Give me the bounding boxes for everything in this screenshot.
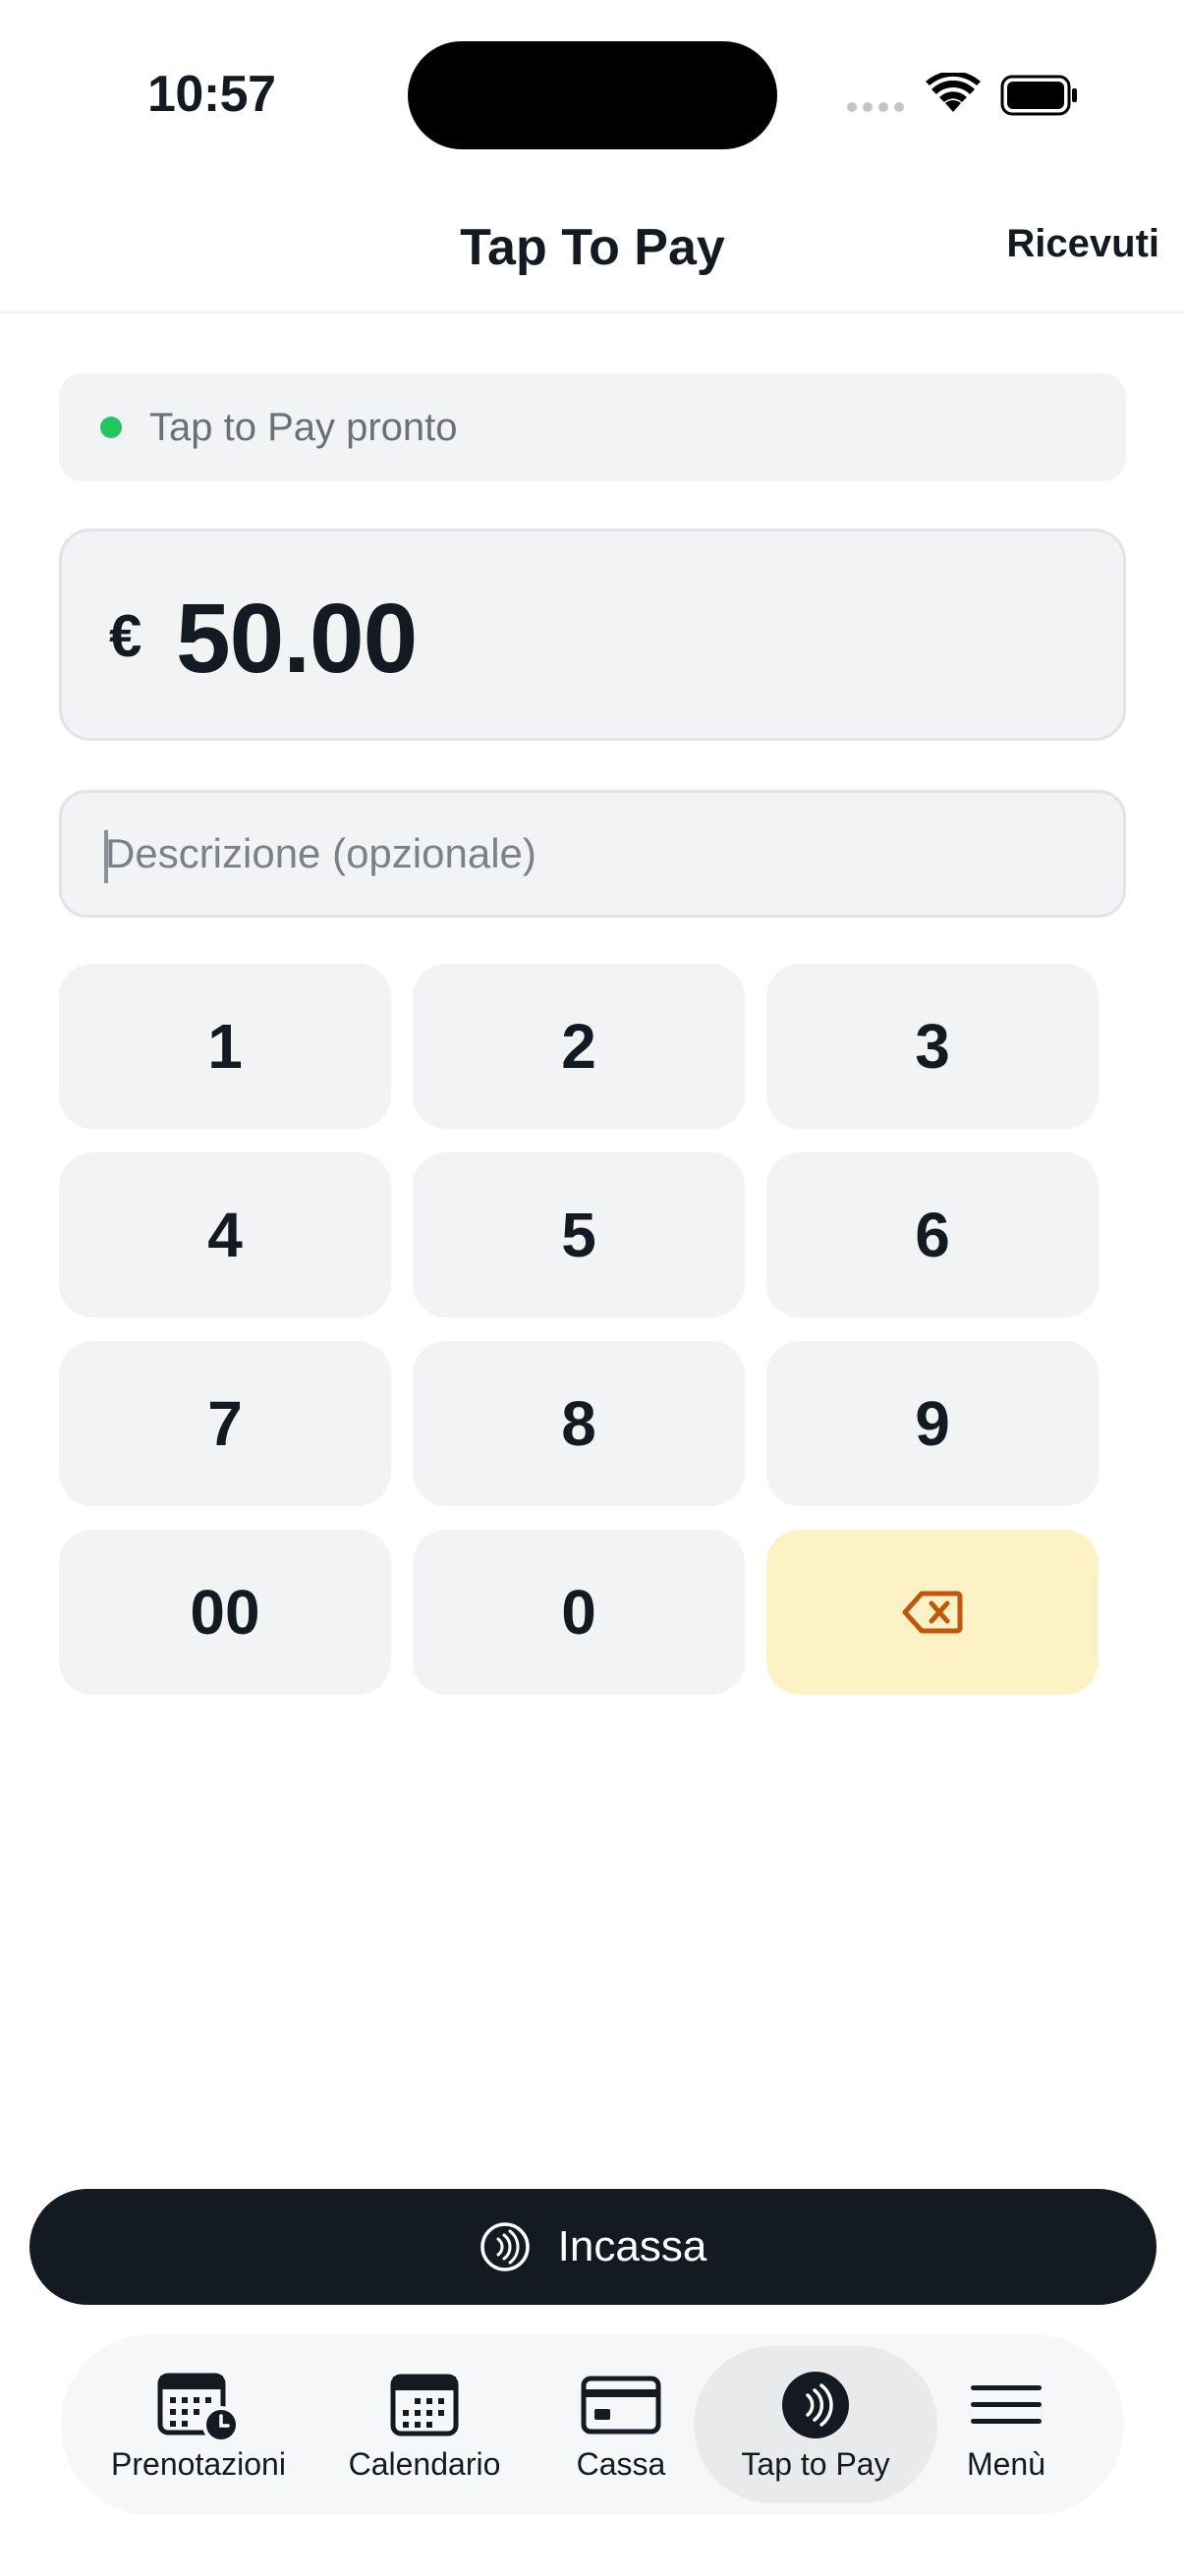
key-3[interactable]: 3 — [766, 964, 1099, 1129]
tab-label: Prenotazioni — [111, 2446, 286, 2482]
tab-calendario[interactable]: Calendario — [342, 2334, 507, 2515]
tab-label: Cassa — [576, 2446, 666, 2482]
key-9[interactable]: 9 — [766, 1341, 1099, 1506]
charge-button-label: Incassa — [557, 2222, 707, 2270]
key-0[interactable]: 0 — [413, 1530, 745, 1695]
tab-prenotazioni[interactable]: Prenotazioni — [104, 2334, 293, 2515]
credit-card-icon — [581, 2376, 661, 2435]
description-field[interactable] — [59, 790, 1126, 918]
amount-value: 50.00 — [176, 584, 418, 694]
delete-key[interactable] — [766, 1530, 1099, 1695]
calendar-clock-icon — [157, 2373, 240, 2442]
status-dot-icon — [100, 417, 122, 438]
key-1[interactable]: 1 — [59, 964, 391, 1129]
currency-symbol: € — [109, 603, 142, 669]
tab-bar: Prenotazioni Calendario Cassa Tap to Pay… — [61, 2334, 1124, 2515]
charge-button[interactable]: Incassa — [29, 2189, 1157, 2305]
tab-cassa[interactable]: Cassa — [560, 2334, 682, 2515]
receipts-button[interactable]: Ricevuti — [1006, 222, 1159, 266]
key-7[interactable]: 7 — [59, 1341, 391, 1506]
reader-status-banner: Tap to Pay pronto — [59, 373, 1126, 481]
tab-label: Tap to Pay — [741, 2446, 890, 2482]
key-00[interactable]: 00 — [59, 1530, 391, 1695]
key-4[interactable]: 4 — [59, 1152, 391, 1317]
description-input[interactable] — [105, 793, 1088, 915]
calendar-icon — [390, 2374, 459, 2436]
reader-status-text: Tap to Pay pronto — [149, 405, 458, 449]
battery-icon — [1000, 75, 1077, 116]
tab-label: Calendario — [348, 2446, 501, 2482]
amount-display: € 50.00 — [59, 529, 1126, 741]
contactless-icon — [480, 2222, 530, 2271]
backspace-icon — [902, 1591, 963, 1634]
tab-menu[interactable]: Menù — [951, 2334, 1061, 2515]
key-2[interactable]: 2 — [413, 964, 745, 1129]
contactless-icon — [782, 2372, 849, 2438]
tap-to-pay-screen: 10:57 Tap To Pay Ricevuti Tap to Pay pro… — [0, 0, 1185, 2576]
key-5[interactable]: 5 — [413, 1152, 745, 1317]
tab-tap-to-pay[interactable]: Tap to Pay — [694, 2346, 937, 2503]
tab-label: Menù — [966, 2446, 1046, 2482]
key-6[interactable]: 6 — [766, 1152, 1099, 1317]
key-8[interactable]: 8 — [413, 1341, 745, 1506]
nav-divider — [0, 311, 1185, 313]
status-time: 10:57 — [147, 66, 276, 123]
menu-icon — [971, 2385, 1042, 2424]
dynamic-island — [408, 41, 777, 149]
cellular-signal-icon — [847, 102, 904, 112]
wifi-icon — [926, 73, 981, 112]
